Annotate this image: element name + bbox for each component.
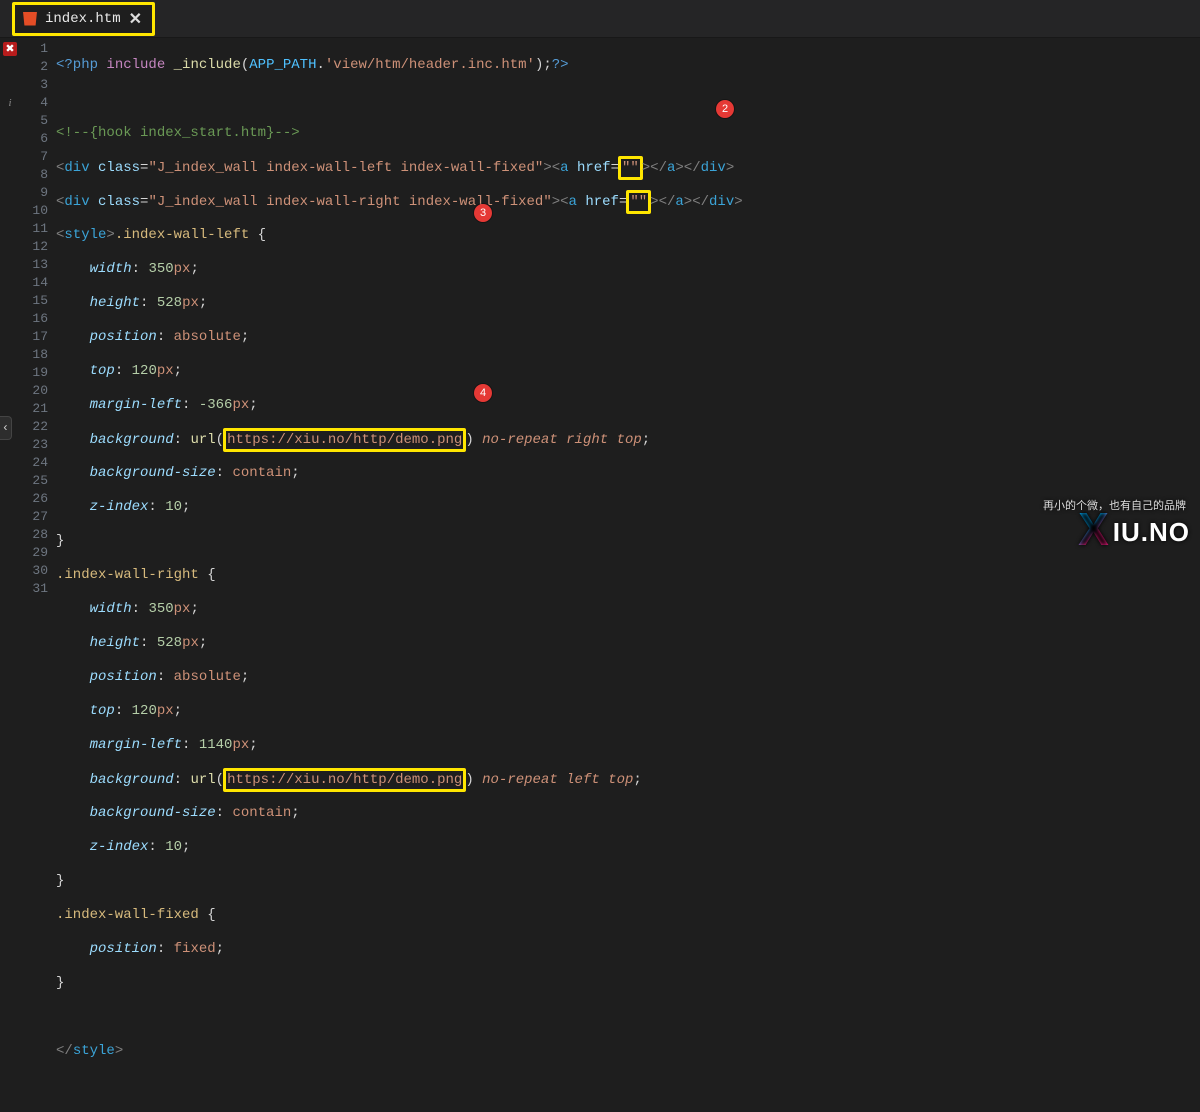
tab-bar: index.htm ✕ 1 xyxy=(0,0,1200,38)
badge-3: 3 xyxy=(474,204,492,222)
watermark-logo: 再小的个微，也有自己的品牌 X IU.NO xyxy=(1078,511,1190,548)
watermark-text: IU.NO xyxy=(1113,517,1190,548)
code-editor[interactable]: ‹ ✖ i 1234567891011121314151617181920212… xyxy=(0,38,1200,556)
tab-filename: index.htm xyxy=(45,11,121,27)
highlight-href-2: "" xyxy=(626,190,651,214)
hook-comment: <!--{hook index_start.htm}--> xyxy=(56,125,300,141)
watermark-x-icon: X xyxy=(1078,511,1109,548)
highlight-url-2: https://xiu.no/http/demo.png xyxy=(223,768,466,792)
badge-4: 4 xyxy=(474,384,492,402)
code-area[interactable]: <?php include _include(APP_PATH.'view/ht… xyxy=(56,38,1200,556)
badge-2: 2 xyxy=(716,100,734,118)
gutter-error-icon[interactable]: ✖ xyxy=(3,42,17,56)
highlight-url-1: https://xiu.no/http/demo.png xyxy=(223,428,466,452)
gutter-info-icon[interactable]: i xyxy=(0,94,20,112)
php-open: <?php xyxy=(56,57,98,73)
html5-icon xyxy=(23,12,37,26)
gutter-icon-strip: ✖ i xyxy=(0,38,20,556)
close-icon[interactable]: ✕ xyxy=(129,9,142,29)
sidebar-collapse-chevron[interactable]: ‹ xyxy=(0,416,12,440)
watermark-tagline: 再小的个微，也有自己的品牌 xyxy=(1043,497,1186,513)
tab-index-htm[interactable]: index.htm ✕ xyxy=(12,2,155,36)
php-close: ?> xyxy=(552,57,569,73)
line-number-gutter: 1234567891011121314151617181920212223242… xyxy=(20,38,56,556)
highlight-href-1: "" xyxy=(618,156,643,180)
